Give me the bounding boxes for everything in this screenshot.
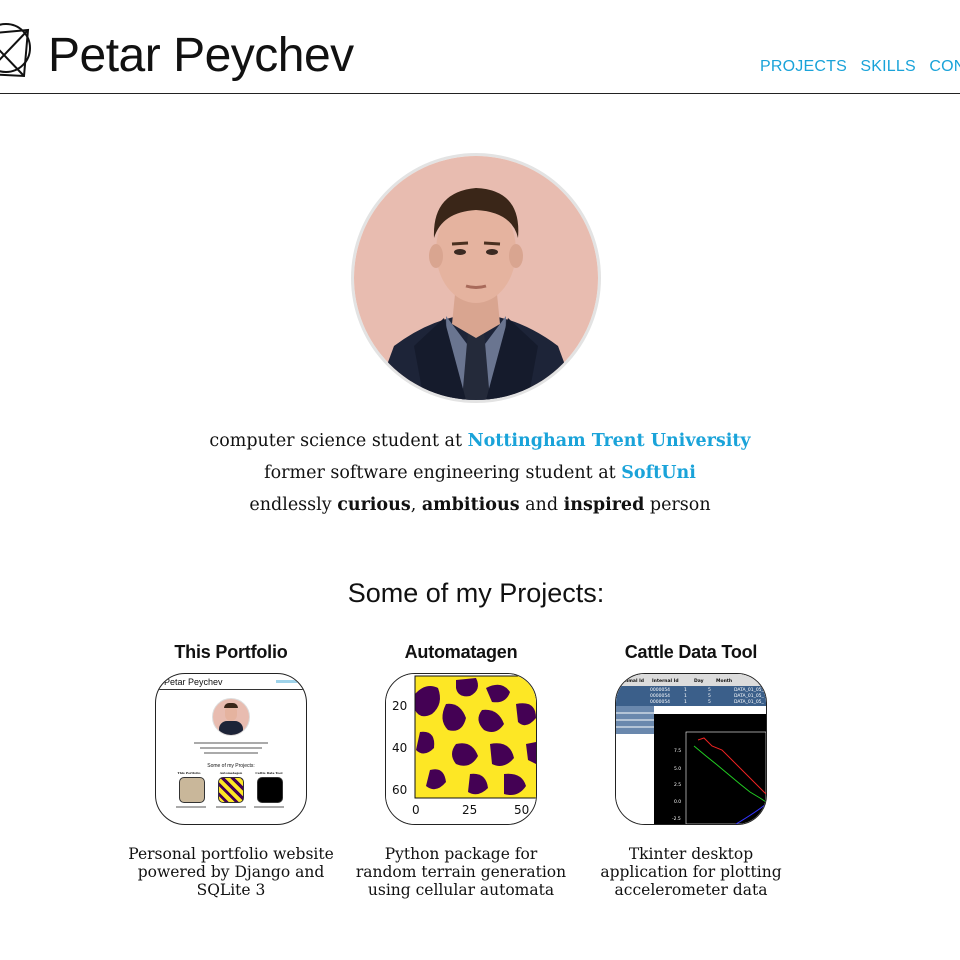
- mini-header: Petar Peychev: [156, 677, 306, 690]
- mini-text-line: [200, 747, 262, 749]
- mini-thumb-portfolio: [179, 777, 205, 803]
- intro-text-e: and: [519, 495, 564, 515]
- nav-contact[interactable]: CONTACT: [929, 58, 960, 75]
- mini-section-title: Some of my Projects:: [207, 763, 255, 769]
- nav-projects[interactable]: PROJECTS: [760, 58, 847, 75]
- intro-line-1: computer science student at Nottingham T…: [0, 425, 960, 457]
- project-description: Tkinter desktop application for plotting…: [600, 845, 782, 899]
- project-title: This Portfolio: [174, 642, 288, 662]
- project-card-cattle[interactable]: Cattle Data Tool Animal Id Internal Id D…: [571, 640, 811, 899]
- ntu-link[interactable]: Nottingham Trent University: [468, 431, 751, 451]
- intro-ambitious: ambitious: [421, 495, 520, 515]
- intro-text-g: person: [644, 495, 711, 515]
- svg-text:5: 5: [708, 699, 711, 705]
- y-tick-60: 60: [392, 783, 407, 797]
- svg-text:5.0: 5.0: [674, 766, 681, 772]
- svg-text:0000054: 0000054: [650, 699, 670, 705]
- project-thumbnail[interactable]: 20 40 60 0 25 50: [385, 673, 537, 825]
- mini-card-label: Cattle Data Tool: [255, 771, 283, 775]
- svg-text:0000054: 0000054: [650, 693, 670, 699]
- intro-line-2-text: former software engineering student at: [264, 463, 622, 483]
- project-card-portfolio[interactable]: This Portfolio Petar Peychev Some of my …: [111, 640, 351, 899]
- svg-text:5: 5: [708, 693, 711, 699]
- svg-text:1: 1: [684, 693, 687, 699]
- project-thumbnail[interactable]: Petar Peychev Some of my Projects: This …: [155, 673, 307, 825]
- project-title: Automatagen: [404, 642, 518, 662]
- svg-text:1: 1: [684, 687, 687, 693]
- project-card-automatagen[interactable]: Automatagen 20 40 60 0 25 50 Python pack…: [341, 640, 581, 899]
- intro-text-a: endlessly: [249, 495, 338, 515]
- x-tick-25: 25: [462, 803, 477, 817]
- softuni-link[interactable]: SoftUni: [621, 463, 696, 483]
- svg-text:Day: Day: [694, 678, 704, 684]
- intro-line-2: former software engineering student at S…: [0, 457, 960, 489]
- y-tick-20: 20: [392, 699, 407, 713]
- profile-photo: [351, 153, 601, 403]
- main-nav: PROJECTS SKILLS CONTACT: [760, 58, 960, 76]
- nav-skills[interactable]: SKILLS: [860, 58, 915, 75]
- mini-text-line: [194, 742, 268, 744]
- mini-thumb-cattle: [257, 777, 283, 803]
- site-header: Petar Peychev PROJECTS SKILLS CONTACT: [0, 0, 960, 94]
- mini-card-label: This Portfolio: [177, 771, 201, 775]
- svg-text:7.5: 7.5: [674, 748, 681, 754]
- intro-line-1-text: computer science student at: [209, 431, 468, 451]
- cattle-app-screenshot: Animal Id Internal Id Day Month 0000054 1…: [616, 674, 766, 824]
- site-title[interactable]: Petar Peychev: [48, 26, 354, 86]
- project-thumbnail[interactable]: Animal Id Internal Id Day Month 0000054 1…: [615, 673, 767, 825]
- mini-avatar: [212, 698, 250, 736]
- mini-text-line: [204, 752, 258, 754]
- intro-curious: curious: [337, 495, 411, 515]
- x-tick-0: 0: [412, 803, 420, 817]
- svg-text:0.0: 0.0: [674, 799, 681, 805]
- x-tick-50: 50: [514, 803, 529, 817]
- mini-thumb-automatagen: [218, 777, 244, 803]
- logo-icon[interactable]: [0, 10, 32, 84]
- project-description: Python package for random terrain genera…: [355, 845, 567, 899]
- svg-text:Internal Id: Internal Id: [652, 678, 679, 684]
- svg-text:DATA_01_05_: DATA_01_05_: [734, 693, 765, 699]
- svg-text:2.5: 2.5: [674, 782, 681, 788]
- intro-text: computer science student at Nottingham T…: [0, 425, 960, 521]
- intro-line-3: endlessly curious, ambitious and inspire…: [0, 489, 960, 521]
- y-tick-40: 40: [392, 741, 407, 755]
- mini-nav: [276, 680, 300, 683]
- cellular-automata-plot: 20 40 60 0 25 50: [386, 674, 536, 824]
- svg-text:Month: Month: [716, 678, 732, 684]
- intro-inspired: inspired: [563, 495, 645, 515]
- project-title: Cattle Data Tool: [624, 642, 758, 662]
- svg-text:DATA_01_05_: DATA_01_05_: [734, 699, 765, 705]
- svg-text:DATA_01_05_: DATA_01_05_: [734, 687, 765, 693]
- svg-text:5: 5: [708, 687, 711, 693]
- project-description: Personal portfolio website powered by Dj…: [128, 845, 334, 899]
- intro-text-c: ,: [410, 495, 422, 515]
- svg-text:1: 1: [684, 699, 687, 705]
- projects-heading: Some of my Projects:: [347, 578, 605, 608]
- svg-text:-2.5: -2.5: [672, 816, 681, 822]
- mini-header-title: Petar Peychev: [164, 677, 223, 687]
- svg-text:Animal Id: Animal Id: [620, 678, 644, 684]
- mini-card-label: Automatagen: [219, 771, 243, 775]
- svg-text:0000054: 0000054: [650, 687, 670, 693]
